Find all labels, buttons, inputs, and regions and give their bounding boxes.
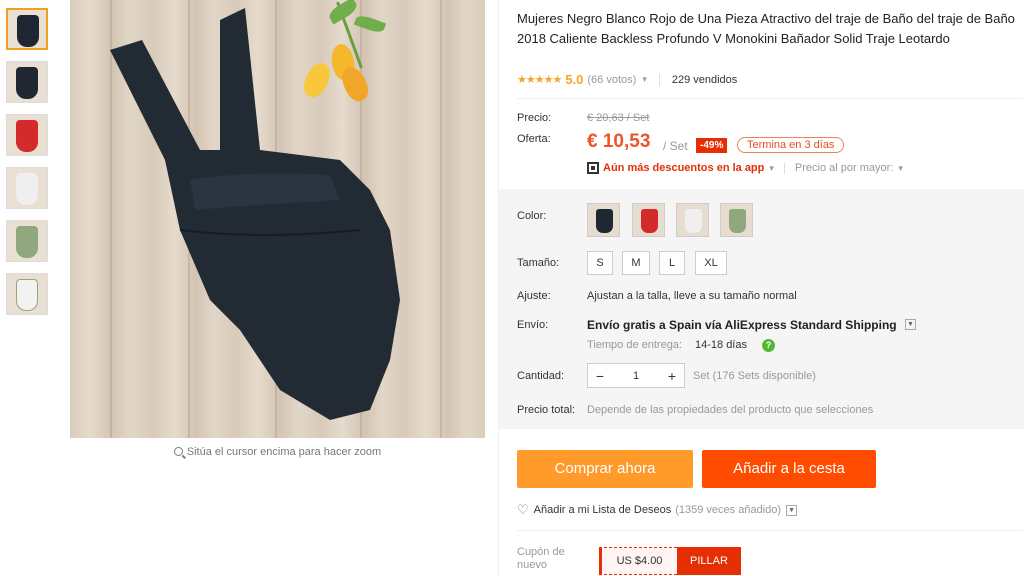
fit-value: Ajustan a la talla, lleve a su tamaño no… xyxy=(587,290,797,302)
new-user-coupon-label: Cupón de nuevo xyxy=(517,546,565,571)
thumbnail[interactable] xyxy=(6,114,48,156)
chevron-down-icon[interactable]: ▼ xyxy=(905,319,916,330)
wishlist-row: ♡ Añadir a mi Lista de Deseos (1359 vece… xyxy=(517,502,798,518)
color-swatch xyxy=(641,209,658,233)
chevron-down-icon[interactable]: ▼ xyxy=(786,504,798,516)
product-info-panel: Mujeres Negro Blanco Rojo de Una Pieza A… xyxy=(498,0,1024,576)
star-rating-icon: ★★★★★ xyxy=(517,74,562,86)
original-price: € 20,63 / Set xyxy=(587,112,650,124)
quantity-stepper: − 1 + xyxy=(587,363,685,388)
thumbnail[interactable] xyxy=(6,8,48,50)
total-price-label: Precio total: xyxy=(517,404,576,416)
color-swatch xyxy=(596,209,613,233)
thumbnail-swatch xyxy=(16,120,38,152)
qr-code-icon xyxy=(587,162,599,174)
rating-row: ★★★★★ 5.0 (66 votos) ▾ 229 vendidos xyxy=(517,72,737,87)
color-swatch xyxy=(685,209,702,233)
fit-label: Ajuste: xyxy=(517,290,551,302)
color-option[interactable] xyxy=(720,203,753,237)
wholesale-price-link[interactable]: Precio al por mayor: xyxy=(795,162,893,174)
chevron-down-icon[interactable]: ▾ xyxy=(898,163,903,174)
get-coupon-button[interactable]: PILLAR xyxy=(677,547,741,575)
help-icon[interactable]: ? xyxy=(762,339,775,352)
add-to-cart-button[interactable]: Añadir a la cesta xyxy=(702,450,876,488)
thumbnail-swatch xyxy=(17,15,39,47)
quantity-input[interactable]: 1 xyxy=(612,370,660,382)
app-discount-link[interactable]: Aún más descuentos en la app xyxy=(603,162,764,174)
offer-price: € 10,53 xyxy=(587,131,651,152)
rating-score: 5.0 xyxy=(565,72,584,87)
delivery-time-value: 14-18 días xyxy=(695,339,747,351)
increase-quantity-button[interactable]: + xyxy=(660,368,684,384)
thumbnail-strip xyxy=(6,8,52,326)
thumbnail[interactable] xyxy=(6,61,48,103)
heart-plus-icon[interactable]: ♡ xyxy=(517,502,529,518)
product-title: Mujeres Negro Blanco Rojo de Una Pieza A… xyxy=(517,11,1015,46)
color-label: Color: xyxy=(517,210,547,222)
app-discount-row: Aún más descuentos en la app ▾ Precio al… xyxy=(587,162,903,174)
size-option[interactable]: S xyxy=(587,251,613,275)
offer-label: Oferta: xyxy=(517,133,551,145)
shipping-label: Envío: xyxy=(517,319,549,331)
price-unit: / Set xyxy=(663,139,688,153)
thumbnail[interactable] xyxy=(6,220,48,262)
votes-count[interactable]: (66 votos) xyxy=(587,74,636,86)
quantity-label: Cantidad: xyxy=(517,370,565,382)
thumbnail-swatch xyxy=(16,226,38,258)
main-product-image[interactable] xyxy=(70,0,485,438)
swimsuit-image xyxy=(110,8,400,420)
zoom-hint-text: Sitúa el cursor encima para hacer zoom xyxy=(186,446,382,458)
size-label: Tamaño: xyxy=(517,257,560,269)
stock-note: Set (176 Sets disponible) xyxy=(693,370,816,382)
total-price-value: Depende de las propiedades del producto … xyxy=(587,404,874,416)
coupon: US $4.00 PILLAR xyxy=(599,547,741,575)
size-option[interactable]: M xyxy=(622,251,650,275)
price-label: Precio: xyxy=(517,112,552,124)
chevron-down-icon[interactable]: ▾ xyxy=(769,163,774,174)
countdown-badge: Termina en 3 días xyxy=(737,137,845,153)
thumbnail-swatch xyxy=(16,279,38,311)
shipping-method: Envío gratis a Spain vía AliExpress Stan… xyxy=(587,318,897,332)
thumbnail[interactable] xyxy=(6,273,48,315)
magnifier-icon xyxy=(173,447,183,456)
color-option[interactable] xyxy=(587,203,620,237)
thumbnail-swatch xyxy=(16,173,38,205)
decrease-quantity-button[interactable]: − xyxy=(588,368,612,384)
delivery-time-label: Tiempo de entrega: xyxy=(587,339,682,351)
discount-badge: -49% xyxy=(696,138,728,153)
options-box xyxy=(499,189,1024,429)
thumbnail[interactable] xyxy=(6,167,48,209)
size-option[interactable]: XL xyxy=(695,251,727,275)
thumbnail-swatch xyxy=(16,67,38,99)
buy-now-button[interactable]: Comprar ahora xyxy=(517,450,693,488)
chevron-down-icon[interactable]: ▾ xyxy=(642,74,647,85)
wishlist-count: (1359 veces añadido) xyxy=(675,504,782,516)
add-to-wishlist-link[interactable]: Añadir a mi Lista de Deseos xyxy=(534,504,672,516)
sold-count: 229 vendidos xyxy=(671,73,738,86)
color-swatch xyxy=(729,209,746,233)
color-option[interactable] xyxy=(632,203,665,237)
coupon-amount: US $4.00 xyxy=(599,547,677,575)
color-option[interactable] xyxy=(676,203,709,237)
zoom-hint: Sitúa el cursor encima para hacer zoom xyxy=(70,446,485,458)
size-option[interactable]: L xyxy=(659,251,685,275)
